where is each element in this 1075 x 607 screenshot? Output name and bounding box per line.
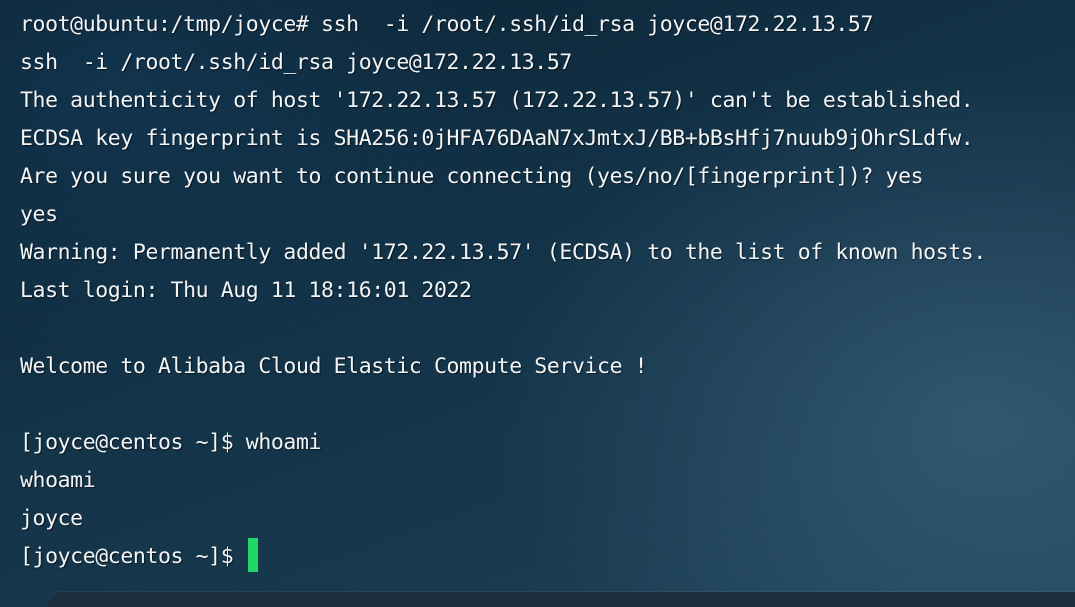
terminal-line-authenticity: The authenticity of host '172.22.13.57 (… bbox=[20, 88, 974, 113]
terminal-line-welcome: Welcome to Alibaba Cloud Elastic Compute… bbox=[20, 354, 648, 379]
terminal-line-whoami-result: joyce bbox=[20, 506, 83, 531]
terminal-line-warning: Warning: Permanently added '172.22.13.57… bbox=[20, 240, 986, 265]
terminal-line-whoami-echo: whoami bbox=[20, 468, 96, 493]
shell-prompt: [joyce@centos ~]$ bbox=[20, 544, 246, 569]
terminal-line-ssh-echo: ssh -i /root/.ssh/id_rsa joyce@172.22.13… bbox=[20, 50, 572, 75]
terminal-line-ssh-command: root@ubuntu:/tmp/joyce# ssh -i /root/.ss… bbox=[20, 12, 873, 37]
terminal-line-yes-echo: yes bbox=[20, 202, 58, 227]
terminal-line-last-login: Last login: Thu Aug 11 18:16:01 2022 bbox=[20, 278, 472, 303]
terminal-line-fingerprint: ECDSA key fingerprint is SHA256:0jHFA76D… bbox=[20, 126, 974, 151]
terminal-input-line[interactable]: [joyce@centos ~]$ bbox=[20, 538, 1060, 576]
bottom-panel bbox=[48, 592, 1075, 607]
terminal-line-whoami-command: [joyce@centos ~]$ whoami bbox=[20, 430, 322, 455]
text-cursor[interactable] bbox=[247, 538, 258, 572]
terminal-output[interactable]: root@ubuntu:/tmp/joyce# ssh -i /root/.ss… bbox=[20, 6, 1060, 576]
terminal-line-continue-prompt: Are you sure you want to continue connec… bbox=[20, 164, 924, 189]
